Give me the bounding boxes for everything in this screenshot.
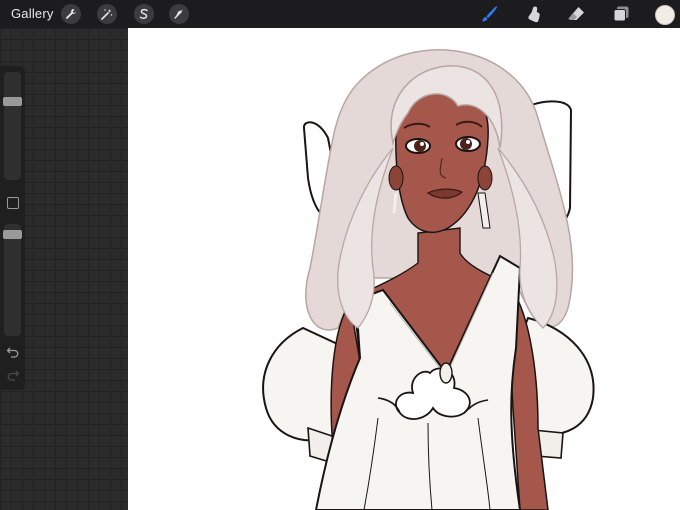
undo-button[interactable]: [4, 345, 21, 359]
actions-button[interactable]: [61, 4, 81, 24]
eraser-icon: [568, 7, 584, 20]
brush-icon: [482, 6, 497, 22]
undo-icon: [6, 347, 18, 358]
transform-button[interactable]: [169, 4, 189, 24]
modify-button[interactable]: [7, 197, 19, 209]
drawing-canvas[interactable]: [128, 28, 680, 510]
layers-icon: [613, 6, 629, 22]
eraser-tool-button[interactable]: [565, 4, 587, 24]
color-swatch[interactable]: [655, 5, 675, 25]
character-illustration: [262, 49, 595, 510]
layers-button[interactable]: [610, 4, 632, 24]
adjustments-button[interactable]: [97, 4, 117, 24]
sidebar: [0, 66, 25, 390]
brush-size-slider[interactable]: [4, 72, 21, 180]
magic-wand-icon: [101, 9, 113, 20]
smudge-tool-button[interactable]: [523, 4, 545, 24]
opacity-slider[interactable]: [4, 224, 21, 336]
gallery-button[interactable]: Gallery: [11, 6, 54, 22]
transform-arrow-icon: [174, 10, 183, 19]
smudge-icon: [528, 6, 540, 23]
redo-button[interactable]: [4, 368, 21, 382]
brush-size-thumb[interactable]: [3, 96, 22, 106]
selection-button[interactable]: [134, 4, 154, 24]
selection-s-icon: [139, 8, 148, 19]
top-toolbar: Gallery: [0, 0, 680, 28]
redo-icon: [7, 370, 19, 381]
opacity-thumb[interactable]: [3, 230, 22, 239]
brush-tool-button[interactable]: [478, 4, 500, 24]
wrench-icon: [66, 9, 76, 19]
